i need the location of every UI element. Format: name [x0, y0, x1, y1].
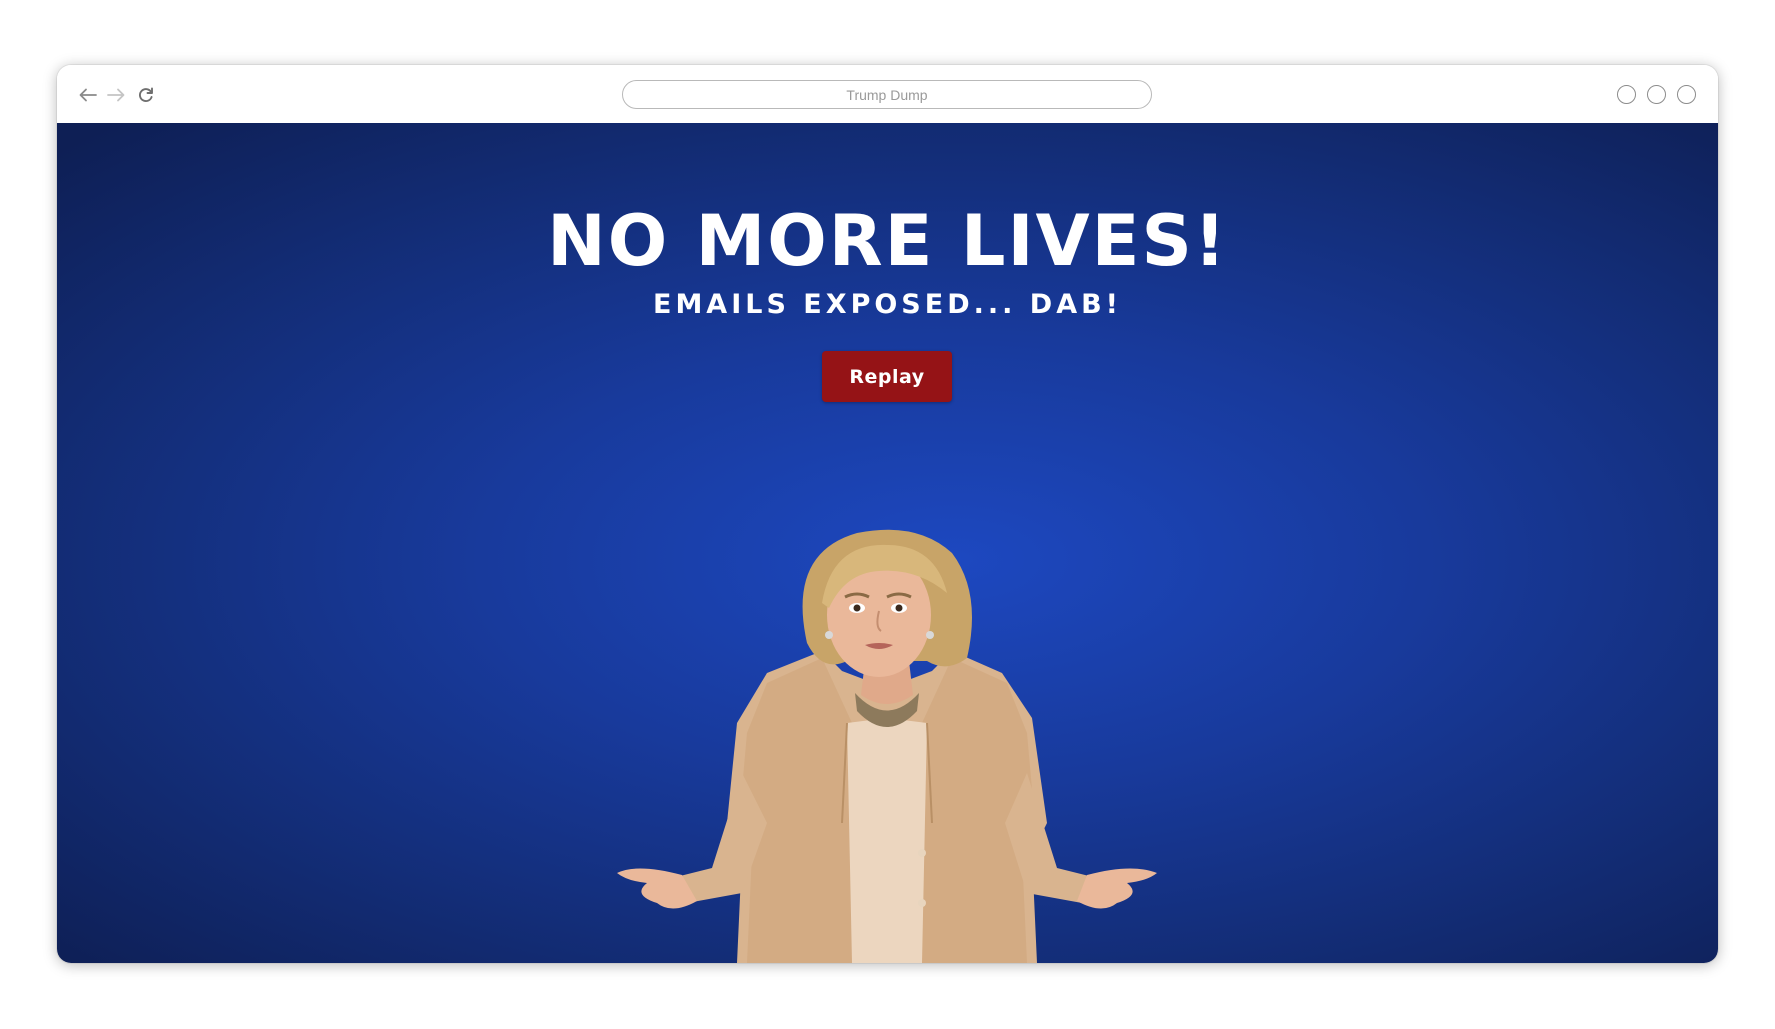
window-control-3[interactable]	[1677, 85, 1696, 104]
arrow-right-icon	[107, 88, 125, 102]
browser-window: Trump Dump NO MORE LIVES! EMAILS EXPOSED…	[57, 65, 1718, 963]
arrow-left-icon	[79, 88, 97, 102]
character-figure	[617, 529, 1157, 963]
back-button[interactable]	[77, 84, 99, 106]
replay-button[interactable]: Replay	[822, 351, 952, 402]
game-screen: NO MORE LIVES! EMAILS EXPOSED... DAB! Re…	[57, 123, 1718, 963]
address-text: Trump Dump	[846, 86, 928, 103]
browser-toolbar: Trump Dump	[57, 65, 1718, 123]
forward-button[interactable]	[105, 84, 127, 106]
game-over-headline: NO MORE LIVES!	[547, 200, 1228, 282]
address-bar[interactable]: Trump Dump	[622, 80, 1152, 109]
window-control-1[interactable]	[1617, 85, 1636, 104]
reload-button[interactable]	[135, 84, 157, 106]
reload-icon	[138, 87, 153, 102]
window-control-2[interactable]	[1647, 85, 1666, 104]
game-over-subhead: EMAILS EXPOSED... DAB!	[653, 289, 1122, 320]
